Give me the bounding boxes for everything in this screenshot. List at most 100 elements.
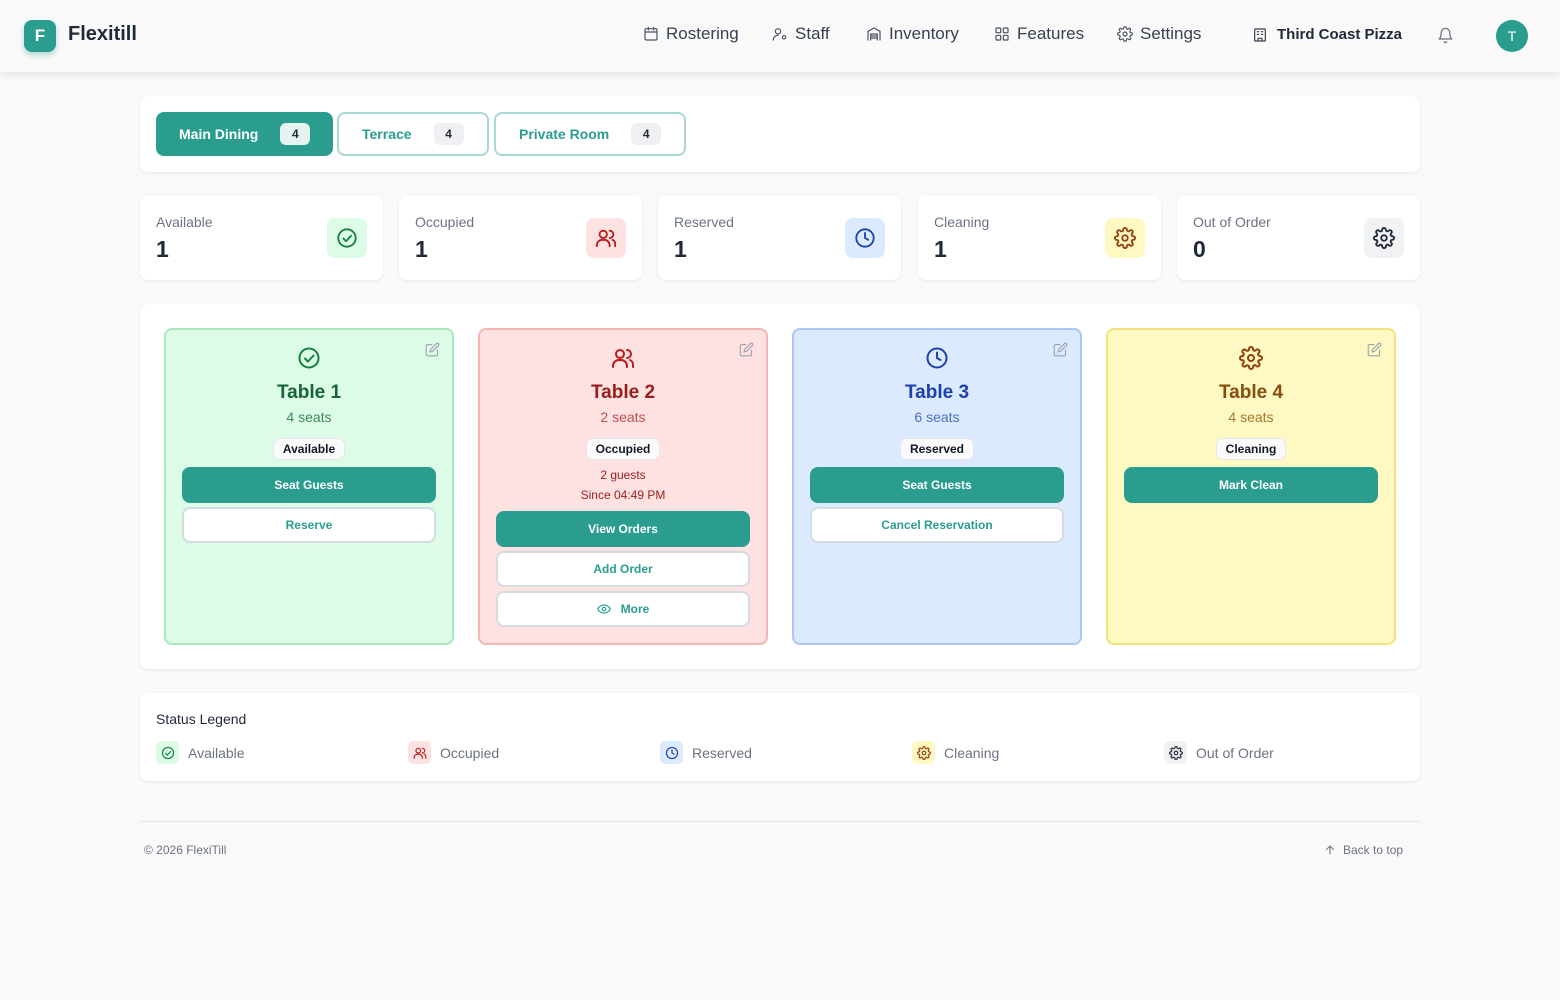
table-seats: 4 seats: [286, 409, 332, 425]
status-badge-wrap: Cleaning: [1108, 438, 1394, 460]
stat-value: 1: [934, 236, 947, 262]
legend-icon-box: [156, 741, 179, 764]
gear-icon: [916, 745, 931, 760]
status-badge-wrap: Available: [166, 438, 452, 460]
eye-icon: [596, 604, 611, 614]
seat-guests-button[interactable]: Seat Guests: [810, 467, 1064, 503]
top-navigation-bar: F Flexitill Rostering Staff Inventory Fe…: [0, 0, 1560, 72]
warehouse-icon: [867, 27, 881, 41]
table-card-2[interactable]: Table 2 2 seats Occupied 2 guests Since …: [478, 328, 768, 645]
back-to-top-link[interactable]: Back to top: [1324, 843, 1403, 857]
clock-icon: [926, 347, 948, 369]
legend-label: Occupied: [440, 744, 500, 761]
stat-reserved: Reserved 1: [658, 196, 901, 280]
users-icon: [595, 229, 617, 248]
back-to-top-label: Back to top: [1343, 843, 1404, 857]
status-badge: Occupied: [585, 438, 661, 460]
stat-cleaning: Cleaning 1: [918, 196, 1161, 280]
legend-icon-box: [660, 741, 683, 764]
status-badge: Cleaning: [1215, 438, 1287, 460]
tab-count-badge: 4: [433, 123, 464, 145]
legend-item-cleaning: Cleaning: [912, 741, 999, 764]
tab-private-room[interactable]: Private Room 4: [494, 112, 687, 156]
table-name: Table 4: [1218, 382, 1284, 403]
nav-staff[interactable]: Staff: [772, 24, 830, 44]
stat-available: Available 1: [140, 196, 383, 280]
notifications-button[interactable]: [1437, 27, 1454, 49]
arrow-up-icon: [1326, 845, 1334, 855]
check-circle-icon: [298, 347, 320, 369]
area-tabs-panel: Main Dining 4 Terrace 4 Private Room 4: [140, 96, 1420, 172]
clock-icon: [665, 746, 678, 759]
grid-icon: [995, 27, 1009, 41]
stat-value: 0: [1193, 236, 1206, 262]
bell-icon: [1438, 27, 1453, 44]
stat-label: Reserved: [674, 214, 734, 230]
table-card-1[interactable]: Table 1 4 seats Available Seat Guests Re…: [164, 328, 454, 645]
stat-icon-box: [327, 218, 367, 258]
tab-label: Main Dining: [179, 126, 259, 142]
user-avatar[interactable]: T: [1496, 20, 1528, 52]
stat-icon-box: [1364, 218, 1404, 258]
app-name[interactable]: Flexitill: [68, 23, 137, 46]
app-logo[interactable]: F: [24, 20, 56, 52]
status-legend-panel: Status Legend Available Occupied Reserve…: [140, 693, 1420, 781]
more-button[interactable]: More: [496, 591, 750, 627]
status-icon-wrap: [166, 346, 452, 370]
tab-count-badge: 4: [631, 123, 662, 145]
tab-label: Private Room: [519, 126, 610, 142]
tab-main-dining[interactable]: Main Dining 4: [156, 112, 334, 156]
stat-label: Cleaning: [934, 214, 990, 230]
table-name: Table 2: [590, 382, 656, 403]
add-order-button[interactable]: Add Order: [496, 551, 750, 587]
check-circle-icon: [337, 228, 357, 248]
restaurant-selector[interactable]: Third Coast Pizza: [1252, 26, 1402, 43]
user-cog-icon: [772, 28, 787, 41]
stat-icon-box: [586, 218, 626, 258]
stat-label: Out of Order: [1193, 214, 1271, 230]
stat-occupied: Occupied 1: [399, 196, 642, 280]
legend-label: Out of Order: [1196, 744, 1274, 761]
nav-label: Rostering: [666, 24, 739, 43]
status-badge-wrap: Occupied: [480, 438, 766, 460]
cancel-reservation-button[interactable]: Cancel Reservation: [810, 507, 1064, 543]
reserve-button[interactable]: Reserve: [182, 507, 436, 543]
stat-label: Occupied: [415, 214, 475, 230]
calendar-icon: [644, 26, 658, 41]
seat-guests-button[interactable]: Seat Guests: [182, 467, 436, 503]
nav-rostering[interactable]: Rostering: [643, 24, 739, 44]
stat-icon-box: [1105, 218, 1145, 258]
table-seats: 4 seats: [1228, 409, 1274, 425]
copyright-text: © 2026 FlexiTill: [144, 843, 227, 857]
status-icon-wrap: [480, 346, 766, 370]
legend-label: Available: [188, 744, 245, 761]
table-card-3[interactable]: Table 3 6 seats Reserved Seat Guests Can…: [792, 328, 1082, 645]
footer-divider: [140, 821, 1420, 822]
nav-inventory[interactable]: Inventory: [866, 24, 959, 44]
users-icon: [612, 349, 634, 368]
table-name: Table 1: [276, 382, 342, 403]
nav-label: Staff: [795, 24, 830, 43]
legend-label: Reserved: [692, 744, 752, 761]
guest-count: 2 guests: [600, 468, 646, 482]
tab-label: Terrace: [362, 126, 412, 142]
table-card-4[interactable]: Table 4 4 seats Cleaning Mark Clean: [1106, 328, 1396, 645]
legend-item-available: Available: [156, 741, 245, 764]
table-name: Table 3: [904, 382, 970, 403]
tab-terrace[interactable]: Terrace 4: [337, 112, 489, 156]
status-badge: Available: [272, 438, 346, 460]
legend-item-occupied: Occupied: [408, 741, 499, 764]
nav-features[interactable]: Features: [994, 24, 1084, 44]
nav-settings[interactable]: Settings: [1117, 24, 1201, 44]
gear-icon: [1117, 26, 1133, 42]
status-badge-wrap: Reserved: [794, 438, 1080, 460]
status-icon-wrap: [794, 346, 1080, 370]
stat-label: Available: [156, 214, 213, 230]
mark-clean-button[interactable]: Mark Clean: [1124, 467, 1378, 503]
stat-out-of-order: Out of Order 0: [1177, 196, 1420, 280]
seated-since: Since 04:49 PM: [580, 488, 666, 502]
stat-value: 1: [415, 236, 428, 262]
table-seats: 6 seats: [914, 409, 960, 425]
building-icon: [1254, 27, 1266, 42]
view-orders-button[interactable]: View Orders: [496, 511, 750, 547]
